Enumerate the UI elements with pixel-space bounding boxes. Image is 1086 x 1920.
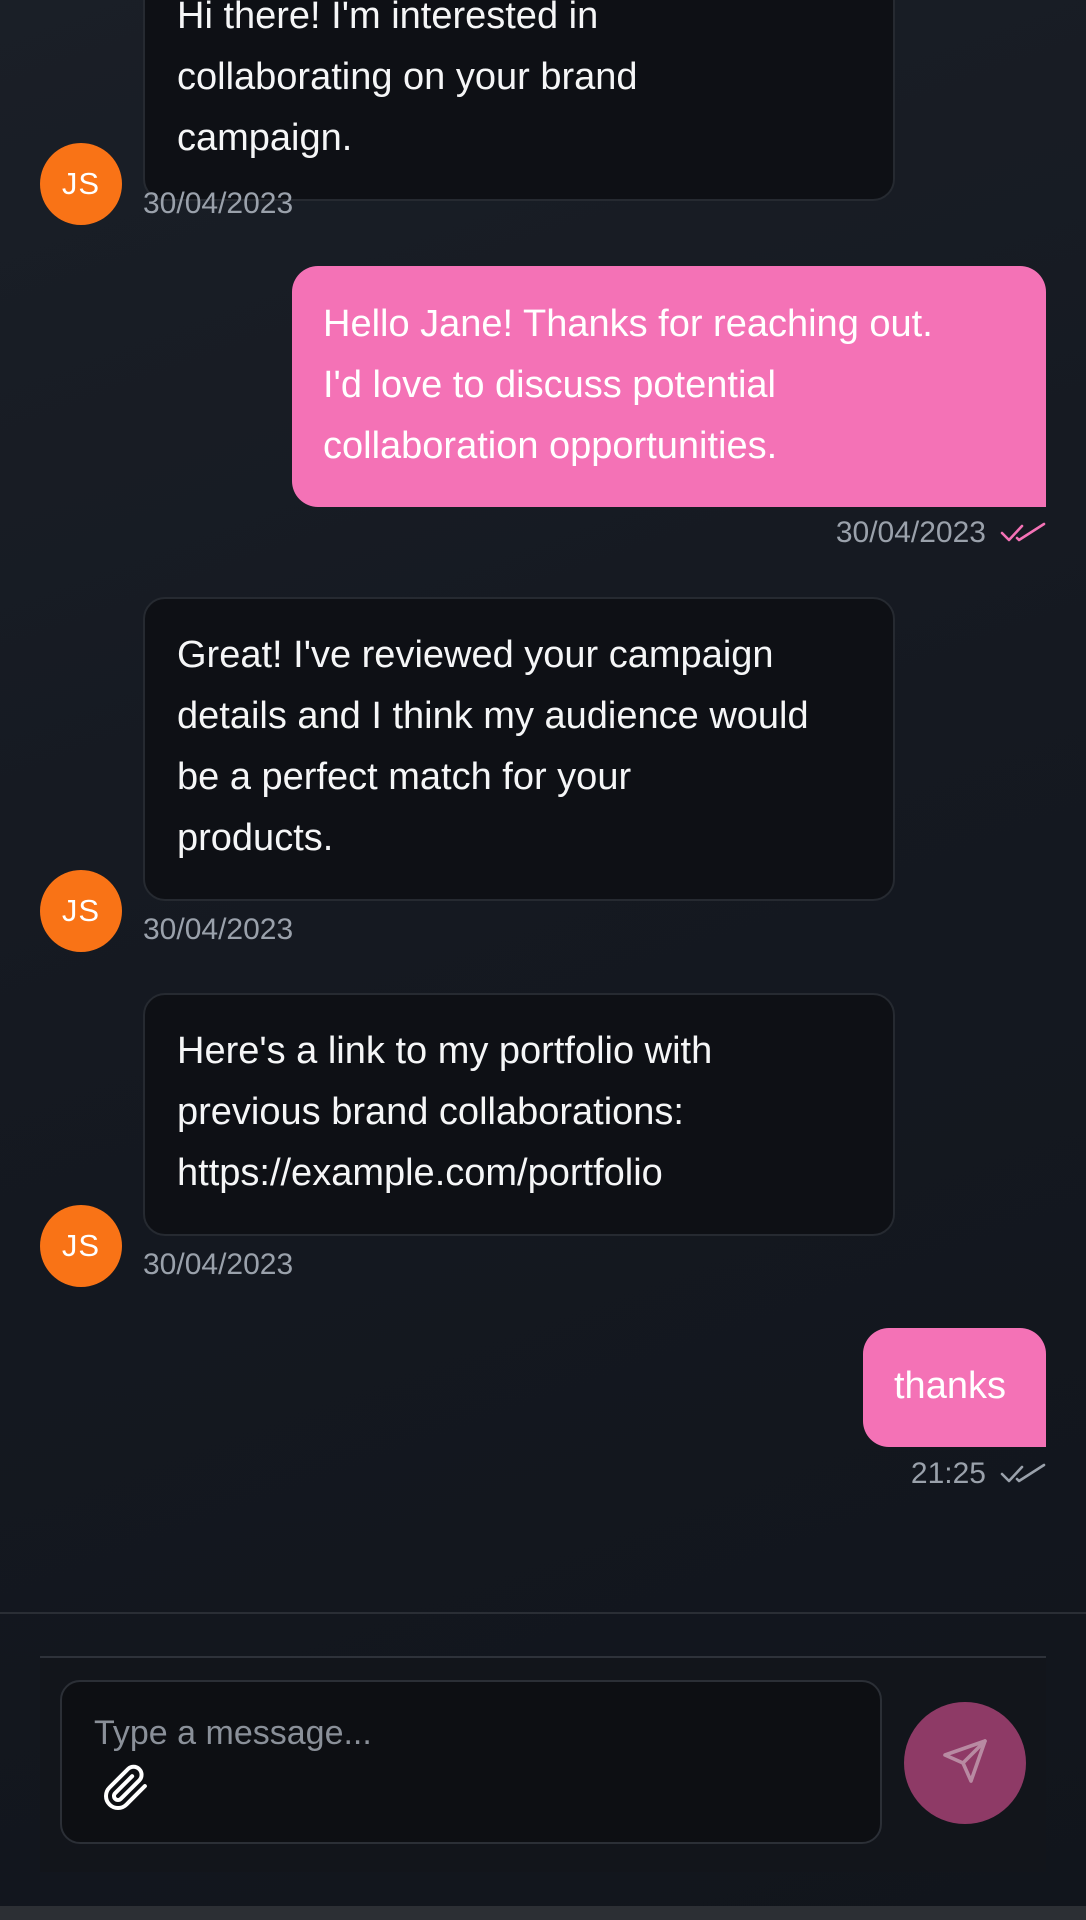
message-input-box[interactable] xyxy=(60,1680,882,1844)
message-line: thanks xyxy=(894,1365,1006,1407)
avatar[interactable]: JS xyxy=(40,1205,122,1287)
message-line: campaign. xyxy=(177,117,353,159)
message-link[interactable]: https://example.com/portfolio xyxy=(177,1143,863,1204)
avatar[interactable]: JS xyxy=(40,143,122,225)
message-composer xyxy=(0,1612,1086,1908)
system-navigation-bar xyxy=(0,1906,1086,1920)
message-timestamp: 30/04/2023 xyxy=(143,1248,294,1281)
message-line: Hi there! I'm interested in xyxy=(177,0,599,37)
message-line: details and I think my audience would xyxy=(177,695,809,737)
message-line: Great! I've reviewed your campaign xyxy=(177,634,774,676)
outgoing-message-bubble: thanks xyxy=(863,1328,1046,1447)
send-button[interactable] xyxy=(904,1702,1026,1824)
incoming-message-bubble: Hi there! I'm interested in collaboratin… xyxy=(143,0,895,201)
message-line: Here's a link to my portfolio with xyxy=(177,1030,713,1072)
message-timestamp: 30/04/2023 xyxy=(835,516,986,549)
send-icon xyxy=(941,1737,989,1790)
message-line: collaboration opportunities. xyxy=(323,425,778,467)
message-meta: 21:25 xyxy=(911,1457,1046,1491)
message-line: be a perfect match for your xyxy=(177,756,632,798)
avatar[interactable]: JS xyxy=(40,870,122,952)
message-input[interactable] xyxy=(94,1708,854,1758)
message-timestamp: 30/04/2023 xyxy=(143,187,294,220)
incoming-message-bubble: Here's a link to my portfolio with previ… xyxy=(143,993,895,1236)
message-thread[interactable]: Hi there! I'm interested in collaboratin… xyxy=(0,0,1086,1612)
message-line: previous brand collaborations: xyxy=(177,1091,684,1133)
message-timestamp: 21:25 xyxy=(910,1457,986,1490)
message-line: collaborating on your brand xyxy=(177,56,638,98)
outgoing-message-bubble: Hello Jane! Thanks for reaching out. I'd… xyxy=(292,266,1046,507)
double-check-icon xyxy=(1000,1462,1046,1486)
double-check-icon xyxy=(1000,521,1046,545)
message-line: I'd love to discuss potential xyxy=(323,364,776,406)
message-line: products. xyxy=(177,817,334,859)
message-meta: 30/04/2023 xyxy=(836,516,1046,550)
composer-bar xyxy=(40,1656,1046,1872)
message-timestamp: 30/04/2023 xyxy=(143,913,294,946)
message-line: Hello Jane! Thanks for reaching out. xyxy=(323,303,933,345)
incoming-message-bubble: Great! I've reviewed your campaign detai… xyxy=(143,597,895,901)
paperclip-icon[interactable] xyxy=(102,1764,150,1812)
